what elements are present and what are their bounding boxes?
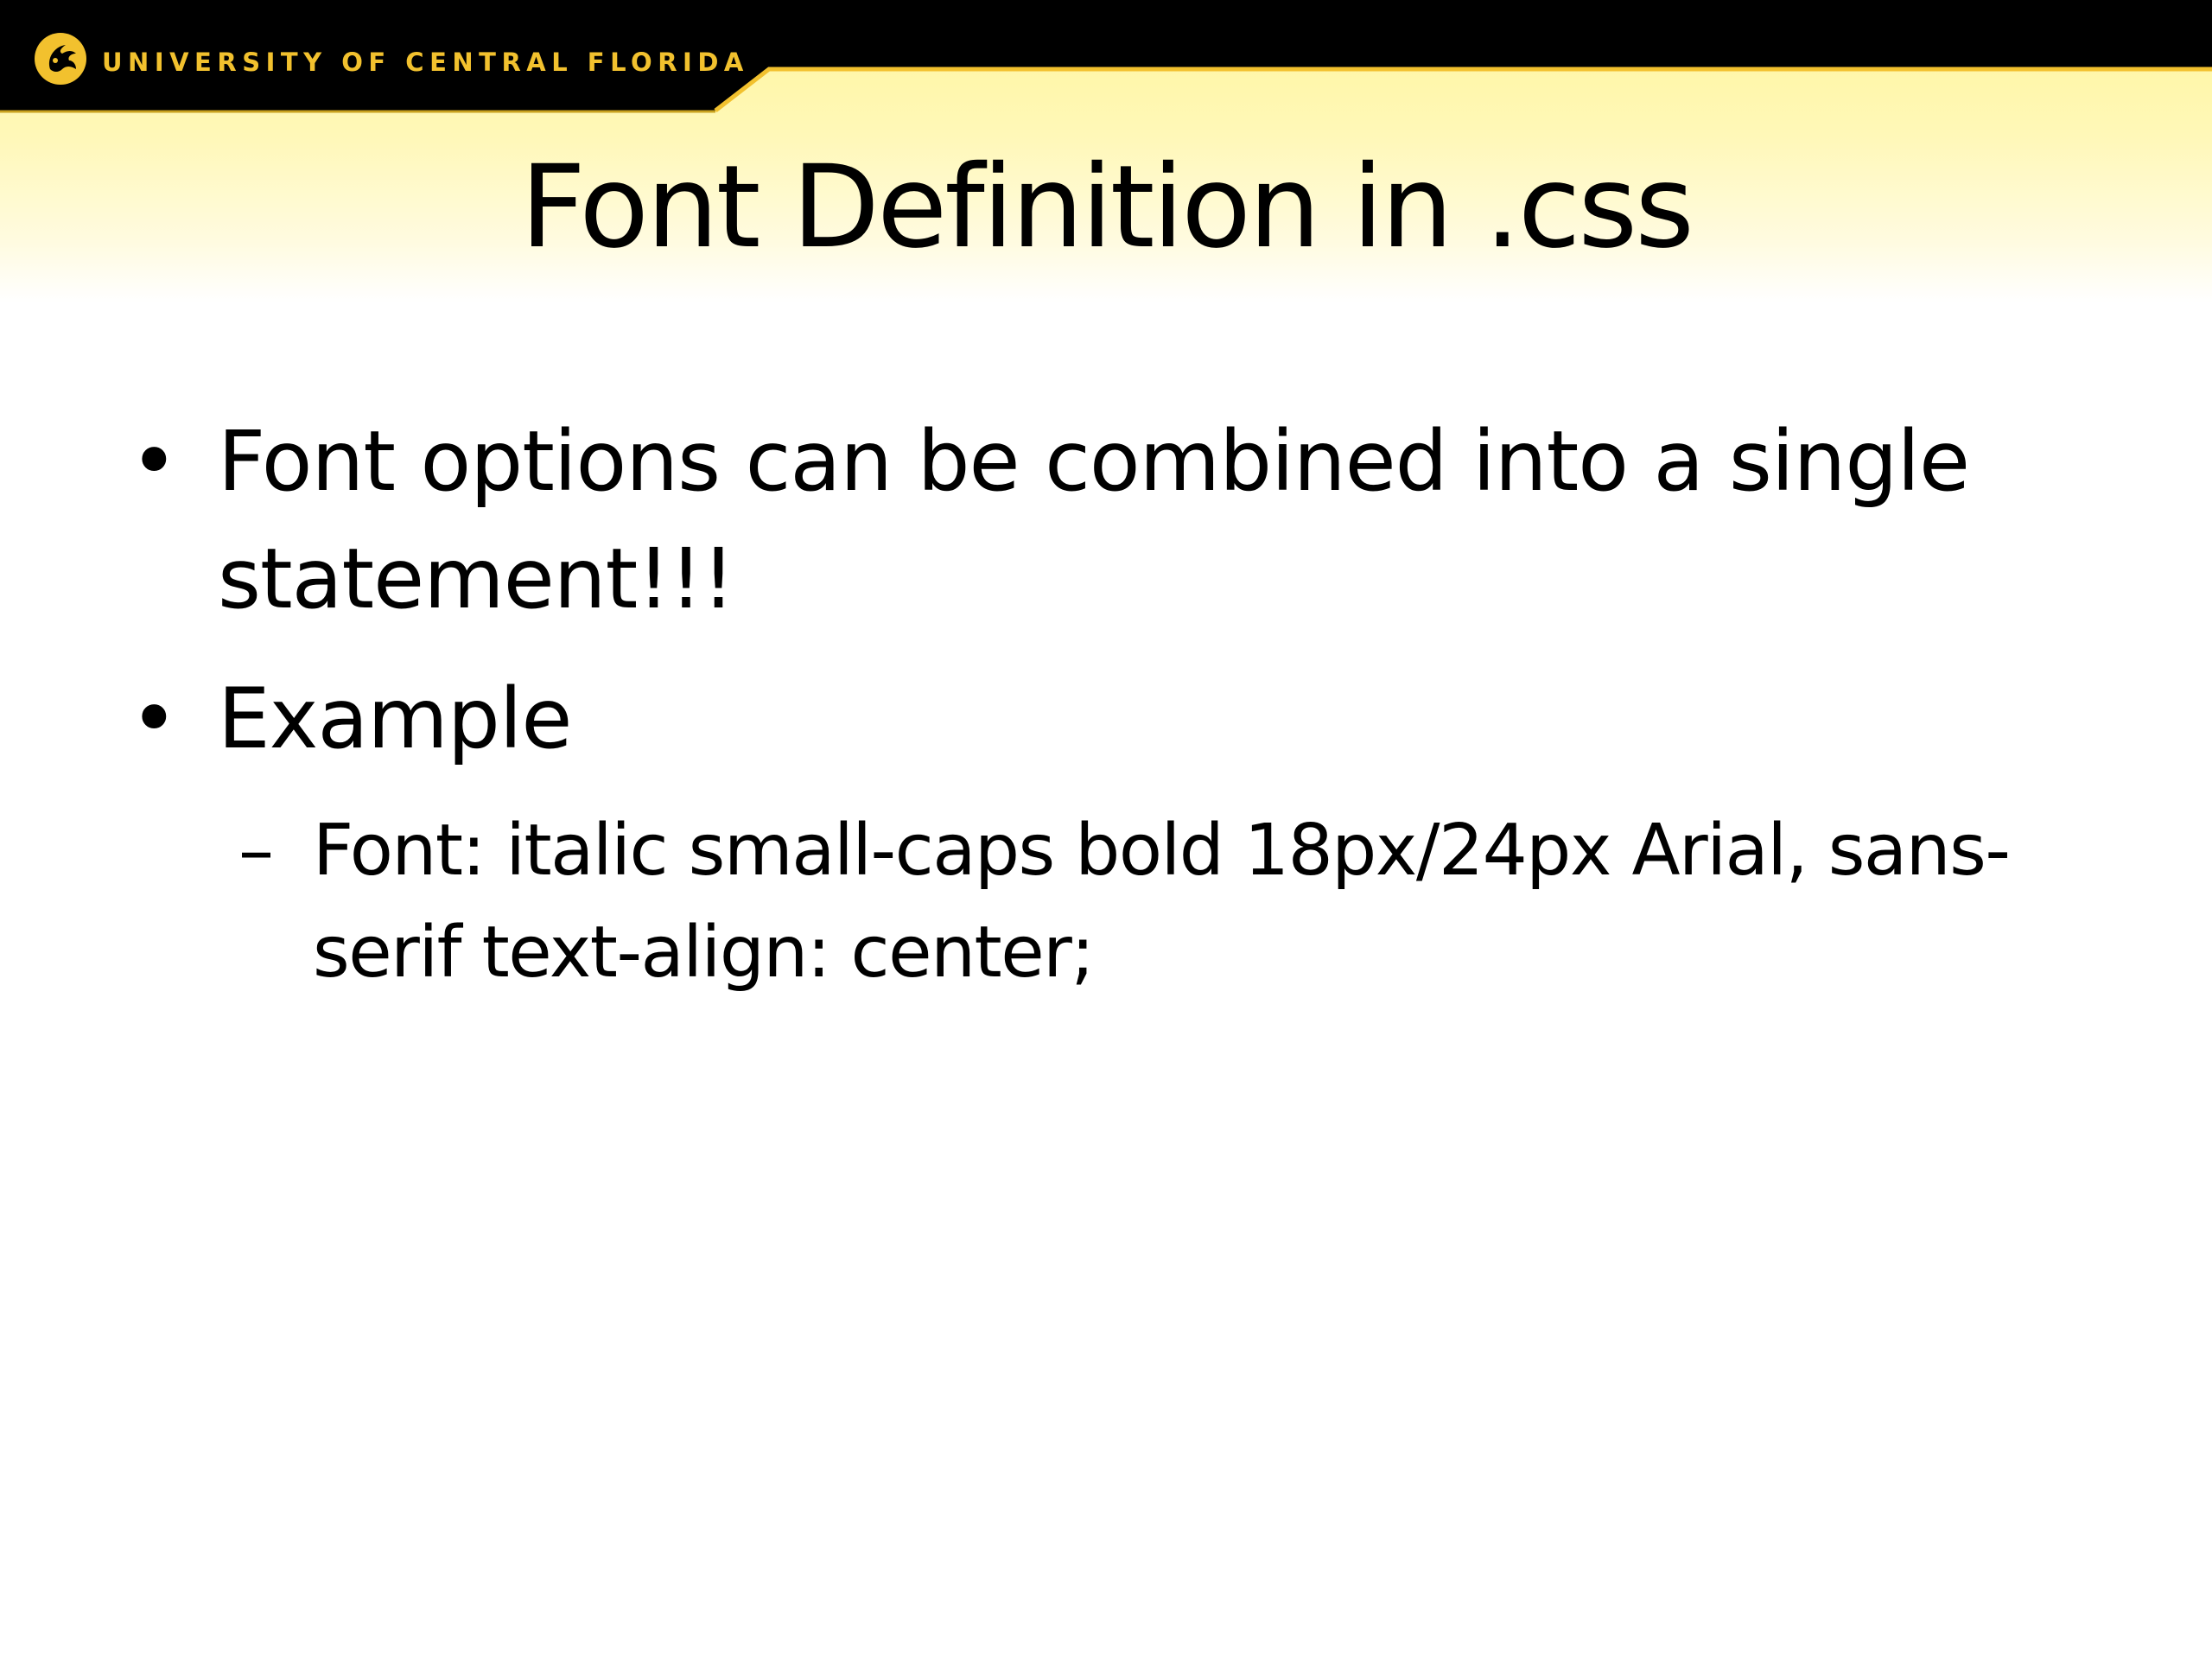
sub-bullet-text-line: serif text-align: center; — [313, 912, 1095, 994]
bullet-text-line: Example — [218, 671, 572, 767]
bullet-marker: • — [130, 413, 179, 510]
slide-title: Font Definition in .css — [520, 141, 1694, 274]
pegasus-logo-icon — [35, 33, 86, 85]
sub-bullet-text-line: Font: italic small-caps bold 18px/24px A… — [313, 810, 2011, 892]
sub-bullet-marker: – — [238, 810, 274, 892]
bullet-text-line: statement!!! — [218, 531, 735, 627]
bullet-text-line: Font options can be combined into a sing… — [218, 413, 1970, 510]
slide: UNIVERSITY OF CENTRAL FLORIDA Font Defin… — [0, 0, 2212, 1659]
bullet-marker: • — [130, 671, 179, 767]
university-name: UNIVERSITY OF CENTRAL FLORIDA — [102, 48, 749, 77]
